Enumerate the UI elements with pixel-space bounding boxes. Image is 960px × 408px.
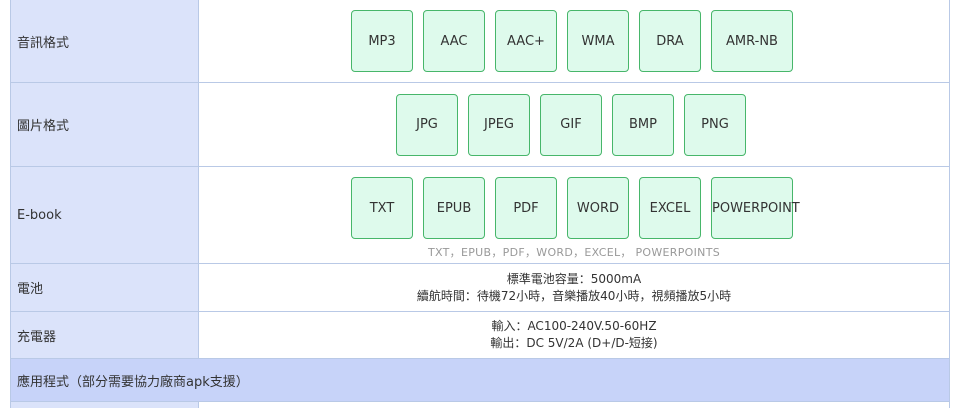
charger-label: 充電器 [11,312,199,358]
format-chip-powerpoint[interactable]: POWERPOINT [711,177,800,239]
charger-output-text: 輸出：DC 5V/2A (D+/D-短接) [490,336,658,350]
format-chip-powerpoint-text: POWERPOINT [712,200,800,216]
format-chip-epub[interactable]: EPUB [423,177,485,239]
charger-cell: 輸入：AC100-240V.50-60HZ 輸出：DC 5V/2A (D+/D-… [199,312,949,358]
apps-section-title: 應用程式（部分需要協力廠商apk支援） [17,374,249,390]
battery-label: 電池 [11,264,199,311]
format-chip-aac[interactable]: AAC [423,10,485,72]
format-chip-txt[interactable]: TXT [351,177,413,239]
row-battery: 電池 標準電池容量：5000mA 續航時間：待機72小時，音樂播放40小時，視頻… [11,264,949,312]
apps-section-header: 應用程式（部分需要協力廠商apk支援） [11,359,949,402]
audio-format-list: MP3 AAC AAC+ WMA DRA AMR-NB [351,10,793,72]
image-formats-label: 圖片格式 [11,83,199,166]
format-chip-jpeg[interactable]: JPEG [468,93,530,156]
battery-life-text: 續航時間：待機72小時，音樂播放40小時，視頻播放5小時 [416,288,732,303]
row-audio-formats: 音訊格式 MP3 AAC AAC+ WMA DRA AMR-NB [11,0,949,83]
format-chip-word[interactable]: WORD [567,177,629,239]
ebook-formats-caption: TXT，EPUB，PDF，WORD，EXCEL， POWERPOINTS [427,246,720,259]
row-image-formats: 圖片格式 JPG JPEG GIF BMP PNG [11,83,949,167]
format-chip-amr-nb[interactable]: AMR-NB [711,10,793,72]
row-ebook-formats: E-book TXT EPUB PDF WORD EXCEL POWERPOIN… [11,167,949,264]
format-chip-jpg[interactable]: JPG [396,93,458,156]
battery-capacity-text: 標準電池容量：5000mA [506,271,642,286]
audio-formats-cell: MP3 AAC AAC+ WMA DRA AMR-NB [199,0,949,82]
format-chip-bmp[interactable]: BMP [612,93,674,156]
ebook-format-list: TXT EPUB PDF WORD EXCEL POWERPOINT [351,177,800,239]
battery-cell: 標準電池容量：5000mA 續航時間：待機72小時，音樂播放40小時，視頻播放5… [199,264,949,311]
format-chip-excel[interactable]: EXCEL [639,177,701,239]
format-chip-pdf[interactable]: PDF [495,177,557,239]
row-charger: 充電器 輸入：AC100-240V.50-60HZ 輸出：DC 5V/2A (D… [11,312,949,359]
ebook-formats-label: E-book [11,167,199,263]
image-format-list: JPG JPEG GIF BMP PNG [396,93,746,156]
format-chip-wma[interactable]: WMA [567,10,629,72]
image-formats-cell: JPG JPEG GIF BMP PNG [199,83,949,166]
spec-table: 音訊格式 MP3 AAC AAC+ WMA DRA AMR-NB 圖片格式 JP… [10,0,950,408]
format-chip-gif[interactable]: GIF [540,93,602,156]
format-chip-dra[interactable]: DRA [639,10,701,72]
format-chip-png[interactable]: PNG [684,93,746,156]
format-chip-mp3[interactable]: MP3 [351,10,413,72]
audio-formats-label: 音訊格式 [11,0,199,82]
format-chip-aac-plus[interactable]: AAC+ [495,10,557,72]
ebook-formats-cell: TXT EPUB PDF WORD EXCEL POWERPOINT TXT，E… [199,167,949,263]
charger-input-text: 輸入：AC100-240V.50-60HZ [491,319,657,333]
